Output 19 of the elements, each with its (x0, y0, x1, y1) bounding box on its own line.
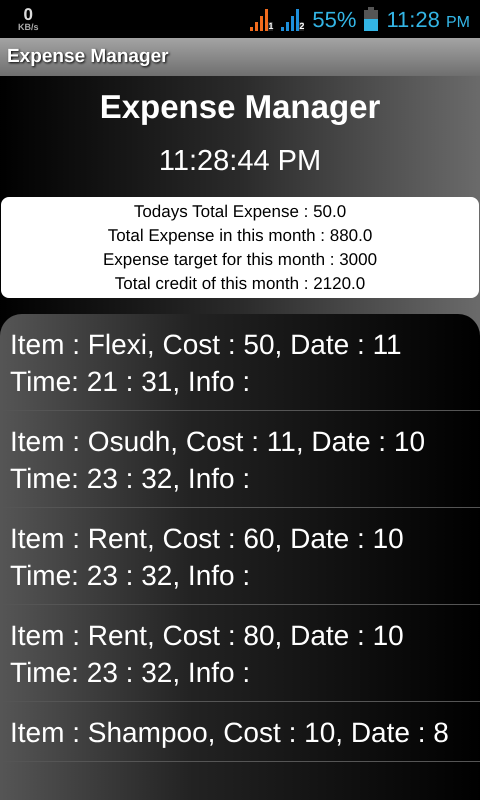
summary-line: Todays Total Expense : 50.0 (132, 201, 348, 223)
page-title: Expense Manager (98, 87, 382, 127)
summary-line: Total credit of this month : 2120.0 (114, 273, 366, 295)
expense-item[interactable]: Item : Shampoo, Cost : 10, Date : 8 (0, 702, 480, 762)
battery-icon (364, 7, 378, 31)
summary-line: Expense target for this month : 3000 (102, 249, 378, 271)
expense-item[interactable]: Item : Osudh, Cost : 11, Date : 10 Time: 23 : 32, Info : (0, 411, 480, 508)
app-title: Expense Manager (0, 38, 480, 76)
status-time: 11:28 PM (386, 6, 470, 34)
battery-percent: 55% (312, 6, 356, 34)
expense-item[interactable]: Item : Flexi, Cost : 50, Date : 11 Time: 21 : 31, Info : (0, 314, 480, 411)
expense-item[interactable]: Item : Rent, Cost : 60, Date : 10 Time: 23 : 32, Info : (0, 508, 480, 605)
sim-number: 1 (268, 22, 274, 31)
summary-line: Total Expense in this month : 880.0 (106, 225, 374, 247)
clock-text: 11:28:44 PM (158, 144, 322, 178)
expense-item[interactable]: Item : Rent, Cost : 80, Date : 10 Time: 23 : 32, Info : (0, 605, 480, 702)
sim-number: 2 (299, 22, 304, 31)
speed-unit: KB/s (18, 23, 39, 32)
network-speed: 0 (24, 6, 33, 23)
